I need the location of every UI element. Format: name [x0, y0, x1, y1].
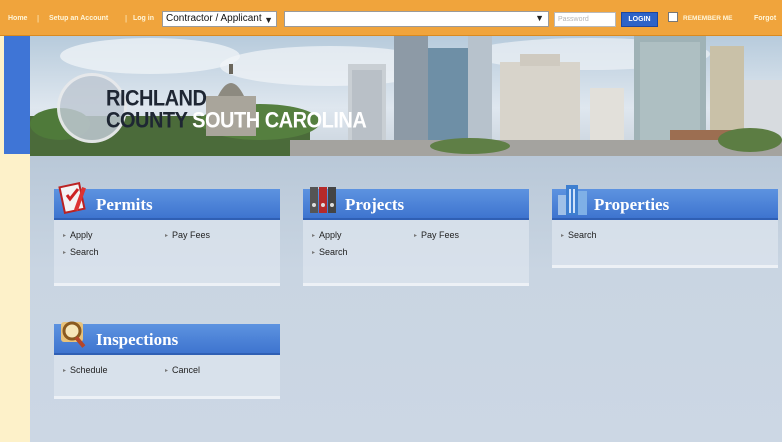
separator: | [125, 14, 128, 23]
login-button[interactable]: LOGIN [621, 12, 658, 27]
separator: | [37, 14, 40, 23]
inspections-cancel-link[interactable]: Cancel [165, 365, 200, 375]
projects-search-link[interactable]: Search [312, 247, 348, 257]
permits-header[interactable]: Permits [54, 182, 280, 220]
login-link[interactable]: Log in [133, 15, 154, 22]
permits-card: Permits Apply Pay Fees Search [54, 182, 280, 286]
home-link[interactable]: Home [8, 15, 27, 22]
user-role-select[interactable]: Contractor / Applicant ▼ [162, 11, 277, 27]
permits-links: Apply Pay Fees Search [54, 220, 280, 286]
header-banner: RICHLAND COUNTY SOUTH CAROLINA [30, 36, 782, 156]
remember-me-checkbox[interactable] [668, 12, 678, 22]
permits-search-link[interactable]: Search [63, 247, 99, 257]
inspections-card: Inspections Schedule Cancel [54, 321, 280, 399]
permits-apply-link[interactable]: Apply [63, 230, 93, 240]
inspections-links: Schedule Cancel [54, 355, 280, 399]
buildings-icon [558, 185, 587, 215]
county-word: COUNTY [106, 108, 188, 134]
projects-card: Projects Apply Pay Fees Search [303, 187, 529, 286]
password-placeholder: Password [558, 16, 589, 23]
top-navigation-bar: Home | Setup an Account | Log in Contrac… [0, 0, 782, 36]
projects-apply-link[interactable]: Apply [312, 230, 342, 240]
inspections-header[interactable]: Inspections [54, 321, 280, 355]
properties-links: Search [552, 220, 778, 268]
properties-title: Properties [594, 195, 670, 214]
properties-search-link[interactable]: Search [561, 230, 597, 240]
chevron-down-icon: ▼ [535, 13, 544, 23]
binders-icon [310, 187, 336, 213]
county-name-line2: COUNTY SOUTH CAROLINA [106, 108, 367, 134]
projects-title: Projects [345, 195, 405, 214]
properties-header[interactable]: Properties [552, 185, 778, 220]
main-content: Permits Apply Pay Fees Search Projects A… [30, 156, 782, 442]
state-word: SOUTH CAROLINA [192, 108, 367, 134]
forgot-link[interactable]: Forgot [754, 15, 776, 22]
properties-card: Properties Search [552, 185, 778, 268]
inspections-schedule-link[interactable]: Schedule [63, 365, 108, 375]
account-select[interactable]: ▼ [284, 11, 549, 27]
projects-pay-fees-link[interactable]: Pay Fees [414, 230, 459, 240]
projects-links: Apply Pay Fees Search [303, 220, 529, 286]
password-field[interactable]: Password [554, 12, 616, 27]
magnifier-icon [61, 321, 86, 348]
permits-pay-fees-link[interactable]: Pay Fees [165, 230, 210, 240]
left-margin [4, 154, 30, 442]
user-role-value: Contractor / Applicant [166, 13, 262, 24]
chevron-down-icon: ▼ [264, 15, 273, 25]
inspections-title: Inspections [96, 330, 179, 349]
permit-checklist-icon [58, 182, 86, 214]
permits-title: Permits [96, 195, 153, 214]
left-accent-strip [4, 36, 30, 154]
setup-account-link[interactable]: Setup an Account [49, 15, 108, 22]
remember-me-label: REMEMBER ME [683, 15, 733, 22]
projects-header[interactable]: Projects [303, 187, 529, 220]
